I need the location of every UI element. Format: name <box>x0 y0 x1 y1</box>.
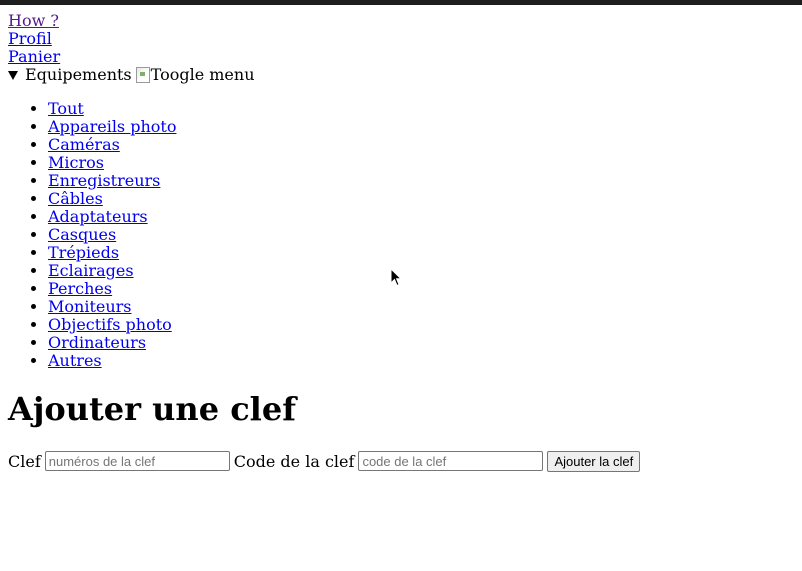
category-link-moniteurs[interactable]: Moniteurs <box>48 297 132 316</box>
list-item: Appareils photo <box>48 118 794 136</box>
key-code-label: Code de la clef <box>233 451 355 471</box>
equipements-label: Equipements <box>25 65 132 84</box>
category-link-tout[interactable]: Tout <box>48 99 84 118</box>
list-item: Eclairages <box>48 262 794 280</box>
category-link-ordinateurs[interactable]: Ordinateurs <box>48 333 146 352</box>
list-item: Enregistreurs <box>48 172 794 190</box>
list-item: Micros <box>48 154 794 172</box>
list-item: Trépieds <box>48 244 794 262</box>
key-number-input[interactable] <box>44 451 230 471</box>
list-item: Objectifs photo <box>48 316 794 334</box>
category-list: Tout Appareils photo Caméras Micros Enre… <box>8 100 794 370</box>
category-link-enregistreurs[interactable]: Enregistreurs <box>48 171 160 190</box>
category-link-objectifs-photo[interactable]: Objectifs photo <box>48 315 172 334</box>
key-code-input[interactable] <box>358 451 544 471</box>
list-item: Tout <box>48 100 794 118</box>
equipements-menu-toggle[interactable]: Equipements Toogle menu <box>8 66 794 84</box>
category-link-autres[interactable]: Autres <box>48 351 102 370</box>
list-item: Adaptateurs <box>48 208 794 226</box>
list-item: Casques <box>48 226 794 244</box>
key-label: Clef <box>8 451 41 471</box>
list-item: Caméras <box>48 136 794 154</box>
list-item: Câbles <box>48 190 794 208</box>
mouse-cursor-icon <box>390 268 402 287</box>
window-top-bar <box>0 0 802 5</box>
category-link-cameras[interactable]: Caméras <box>48 135 120 154</box>
category-link-appareils-photo[interactable]: Appareils photo <box>48 117 176 136</box>
add-key-button[interactable]: Ajouter la clef <box>547 450 641 472</box>
list-item: Perches <box>48 280 794 298</box>
toggle-menu-image-alt: Toogle menu <box>150 65 255 84</box>
list-item: Autres <box>48 352 794 370</box>
category-link-adaptateurs[interactable]: Adaptateurs <box>48 207 148 226</box>
nav-link-profil[interactable]: Profil <box>8 30 794 48</box>
category-link-micros[interactable]: Micros <box>48 153 104 172</box>
list-item: Moniteurs <box>48 298 794 316</box>
category-link-trepieds[interactable]: Trépieds <box>48 243 119 262</box>
triangle-down-icon <box>8 70 18 80</box>
category-link-perches[interactable]: Perches <box>48 279 112 298</box>
page: How ? Profil Panier Equipements Toogle m… <box>8 12 794 472</box>
page-title: Ajouter une clef <box>8 390 296 428</box>
toggle-menu-image[interactable]: Toogle menu <box>135 65 255 84</box>
category-link-cables[interactable]: Câbles <box>48 189 103 208</box>
list-item: Ordinateurs <box>48 334 794 352</box>
category-link-casques[interactable]: Casques <box>48 225 116 244</box>
category-link-eclairages[interactable]: Eclairages <box>48 261 134 280</box>
nav-link-panier[interactable]: Panier <box>8 48 794 66</box>
add-key-form: Clef Code de la clef Ajouter la clef <box>8 450 794 472</box>
nav-link-how[interactable]: How ? <box>8 12 794 30</box>
broken-image-icon <box>135 67 150 83</box>
top-nav: How ? Profil Panier <box>8 12 794 66</box>
